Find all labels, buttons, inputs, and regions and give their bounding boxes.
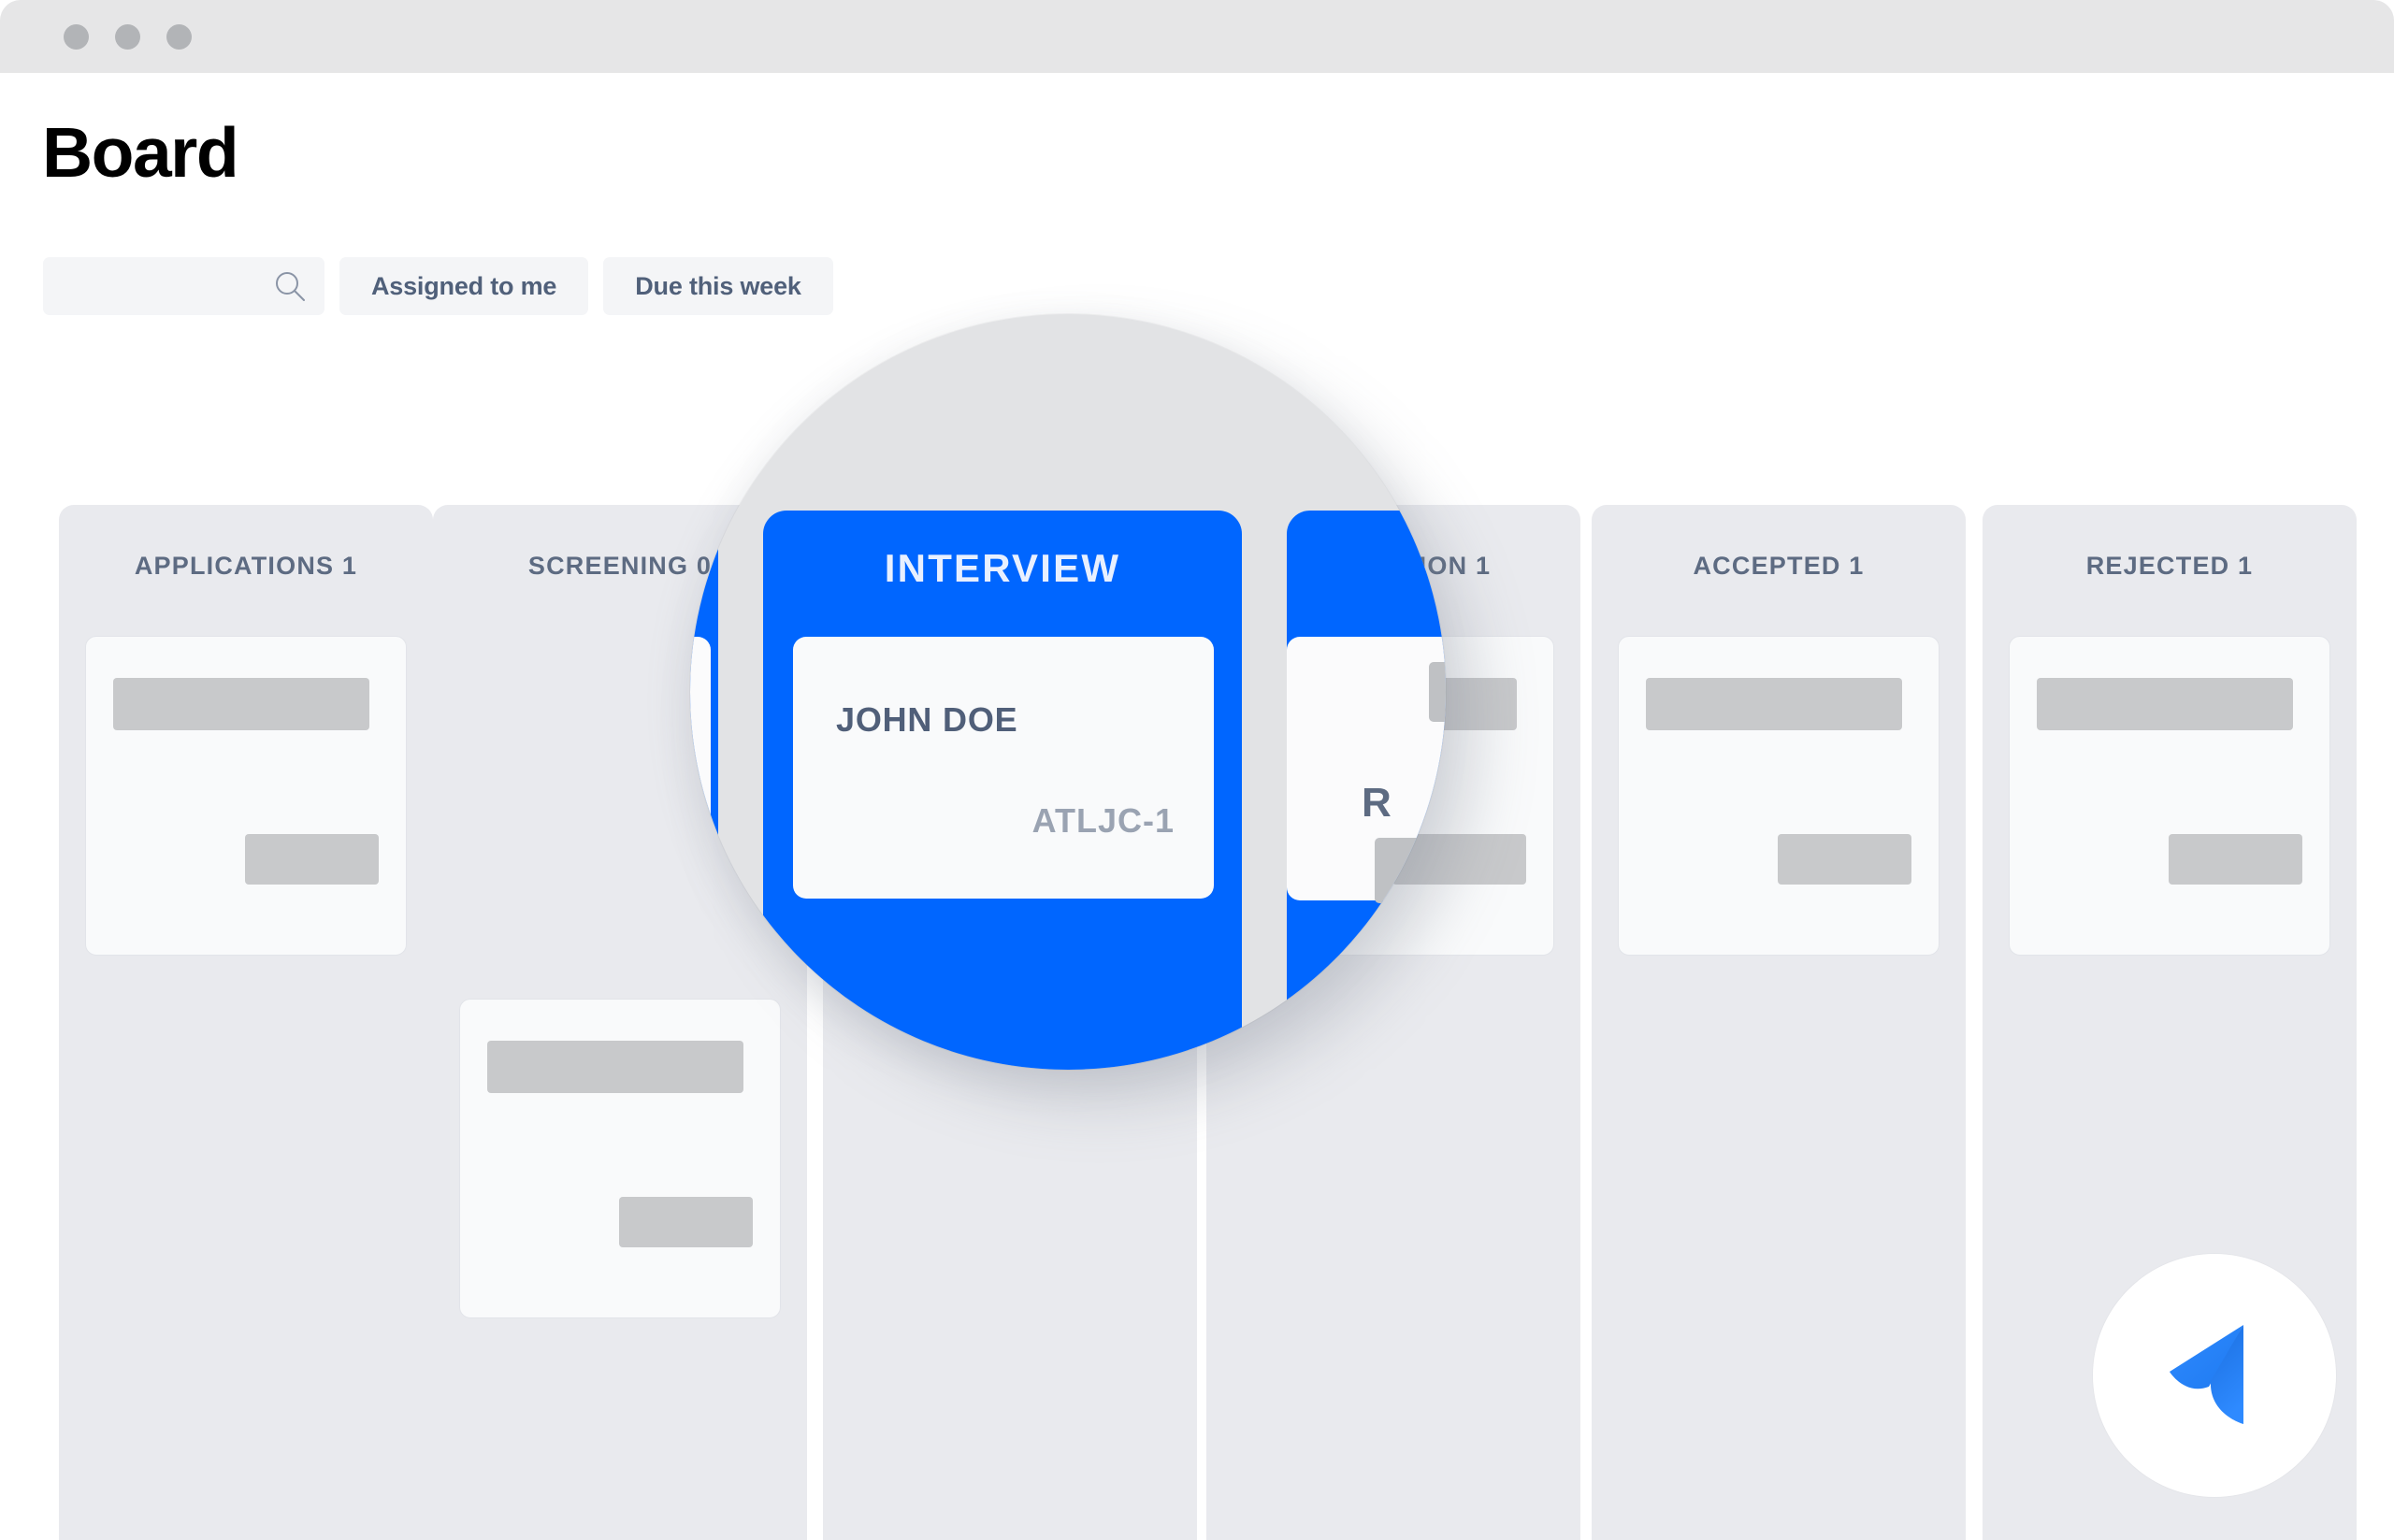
magnified-card-key: ATLJC-1: [1031, 801, 1175, 840]
board-card[interactable]: [1618, 636, 1940, 956]
browser-titlebar: [0, 0, 2394, 73]
card-tag-placeholder: [2169, 834, 2302, 885]
column-header: REJECTED 1: [1983, 505, 2357, 626]
column-header: ACCEPTED 1: [1592, 505, 1966, 626]
board-card[interactable]: [85, 636, 407, 956]
window-minimize-dot[interactable]: [115, 23, 140, 50]
magnified-neighbor-right-count: R: [1362, 780, 1393, 826]
window-close-dot[interactable]: [64, 23, 89, 50]
card-tag-placeholder: [619, 1197, 753, 1247]
card-tag-placeholder: [1778, 834, 1911, 885]
filter-chip-due-this-week[interactable]: Due this week: [603, 257, 833, 315]
column-title: REJECTED 1: [2085, 551, 2254, 580]
card-tag-placeholder: [245, 834, 379, 885]
page-title: Board: [42, 113, 239, 192]
brand-badge[interactable]: [2093, 1254, 2336, 1497]
filter-bar: Assigned to me Due this week: [43, 257, 833, 315]
page-body: Board Assigned to me Due this week APPLI…: [0, 73, 2394, 1540]
board-column-accepted[interactable]: ACCEPTED 1: [1592, 505, 1966, 1540]
column-title: ACCEPTED 1: [1693, 551, 1865, 580]
magnified-card-tag-placeholder: [1375, 838, 1446, 903]
magnified-column-title: INTERVIEW: [884, 546, 1121, 590]
screenshot-root: Board Assigned to me Due this week APPLI…: [0, 0, 2394, 1540]
column-title: APPLICATIONS 1: [134, 551, 358, 580]
magnified-card-title-placeholder: [1429, 662, 1446, 722]
magnifier-lens: G 0 ON 1 R INTERVIEW JOHN DOE ATLJC-1: [690, 314, 1446, 1070]
magnified-card-john-doe[interactable]: JOHN DOE ATLJC-1: [793, 637, 1214, 899]
column-title: SCREENING 0: [527, 551, 713, 580]
column-header: APPLICATIONS 1: [59, 505, 433, 626]
window-maximize-dot[interactable]: [166, 23, 192, 50]
board-column-applications[interactable]: APPLICATIONS 1: [59, 505, 433, 1540]
magnified-card-name: JOHN DOE: [836, 700, 1018, 739]
card-title-placeholder: [2037, 678, 2293, 730]
card-title-placeholder: [113, 678, 369, 730]
card-title-placeholder: [1646, 678, 1902, 730]
search-input[interactable]: [43, 257, 324, 315]
search-box[interactable]: [43, 257, 324, 315]
filter-chip-assigned-to-me[interactable]: Assigned to me: [339, 257, 589, 315]
magnifier-content: G 0 ON 1 R INTERVIEW JOHN DOE ATLJC-1: [690, 314, 1446, 1070]
browser-window: Board Assigned to me Due this week APPLI…: [0, 0, 2394, 1540]
board-card[interactable]: [2009, 636, 2330, 956]
arrow-logo: [2170, 1325, 2243, 1424]
magnified-neighbor-card-left[interactable]: [690, 637, 711, 900]
